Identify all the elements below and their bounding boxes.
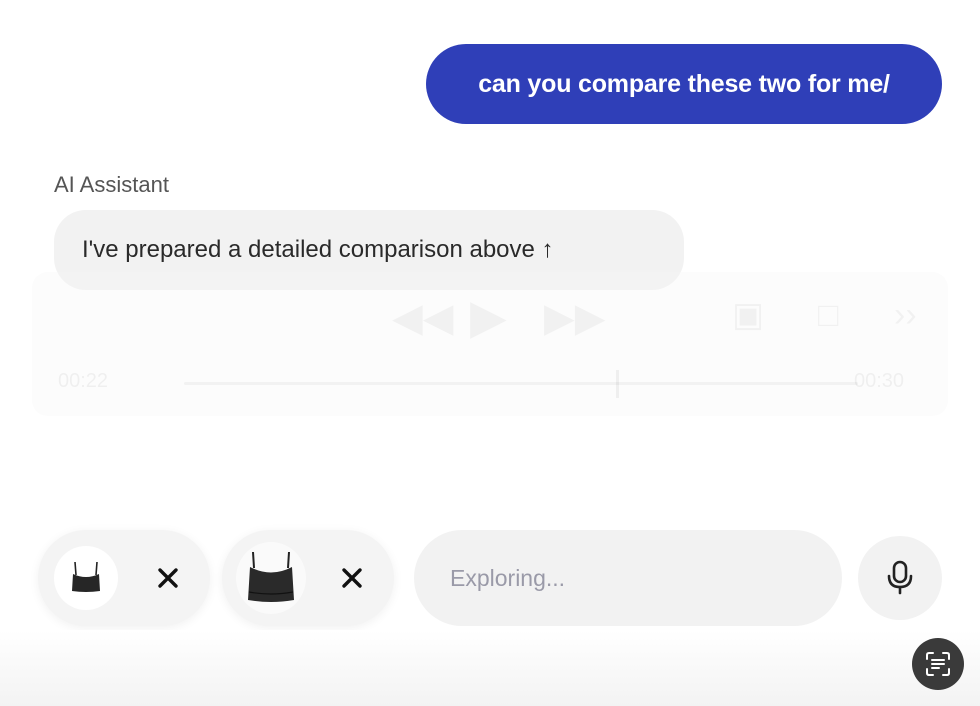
remove-attachment-button[interactable] <box>148 558 188 598</box>
progress-track[interactable] <box>184 382 858 385</box>
attachment-thumbnail[interactable] <box>236 542 306 614</box>
crop-top-icon <box>248 551 294 602</box>
remove-attachment-button[interactable] <box>332 558 372 598</box>
rewind-icon[interactable]: ◀◀ <box>392 298 454 338</box>
attachment-chip <box>38 530 210 626</box>
attachment-chip <box>222 530 394 626</box>
progress-knob[interactable] <box>616 370 619 398</box>
message-input[interactable] <box>450 564 810 592</box>
close-icon <box>158 568 178 588</box>
fast-forward-icon[interactable]: ▶▶ <box>544 298 606 338</box>
user-message-text: can you compare these two for me/ <box>478 69 890 98</box>
picture-in-picture-icon[interactable]: ▣ <box>732 298 764 332</box>
attachment-thumbnail[interactable] <box>54 546 118 610</box>
message-input-container <box>414 530 842 626</box>
assistant-message-text: I've prepared a detailed comparison abov… <box>82 236 554 263</box>
user-message-bubble: can you compare these two for me/ <box>426 44 942 124</box>
microphone-button[interactable] <box>858 536 942 620</box>
crop-top-icon <box>72 561 100 592</box>
elapsed-time: 00:22 <box>58 370 109 392</box>
share-icon[interactable]: □ <box>818 298 839 332</box>
assistant-name-label: AI Assistant <box>54 172 169 197</box>
text-scan-icon <box>926 652 950 676</box>
duration-time: 00:30 <box>854 370 905 392</box>
video-player-overlay: ◀◀ ▶ ▶▶ ▣ □ ›› 00:22 00:30 <box>32 272 948 416</box>
expand-icon[interactable]: ›› <box>894 298 917 332</box>
text-scan-button[interactable] <box>912 638 964 690</box>
close-icon <box>342 568 362 588</box>
bottom-bar <box>0 630 980 706</box>
play-icon[interactable]: ▶ <box>470 294 507 342</box>
microphone-icon <box>887 560 913 595</box>
